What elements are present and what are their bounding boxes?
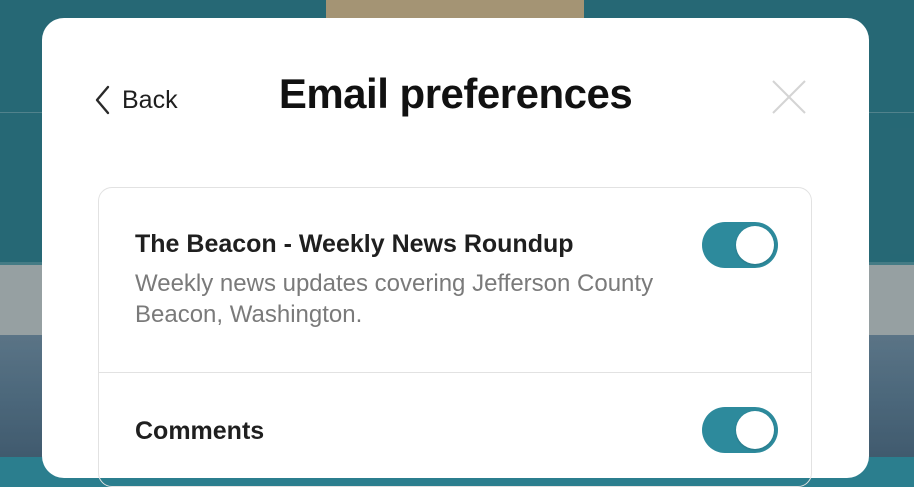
close-icon (772, 80, 806, 114)
preferences-list: The Beacon - Weekly News Roundup Weekly … (98, 187, 812, 487)
dialog-title: Email preferences (278, 70, 633, 117)
preference-item: The Beacon - Weekly News Roundup Weekly … (99, 188, 811, 373)
preference-title: Comments (135, 417, 265, 445)
preference-description: Weekly news updates covering Jefferson C… (135, 270, 654, 328)
newsletter-toggle[interactable] (702, 222, 778, 268)
preference-title: The Beacon - Weekly News Roundup (135, 230, 574, 258)
toggle-knob (736, 411, 774, 449)
preference-item: Comments (99, 372, 811, 486)
toggle-knob (736, 226, 774, 264)
comments-toggle[interactable] (702, 407, 778, 453)
email-preferences-dialog: Back Email preferences The Beacon - Week… (42, 18, 869, 487)
close-button[interactable] (770, 78, 808, 116)
